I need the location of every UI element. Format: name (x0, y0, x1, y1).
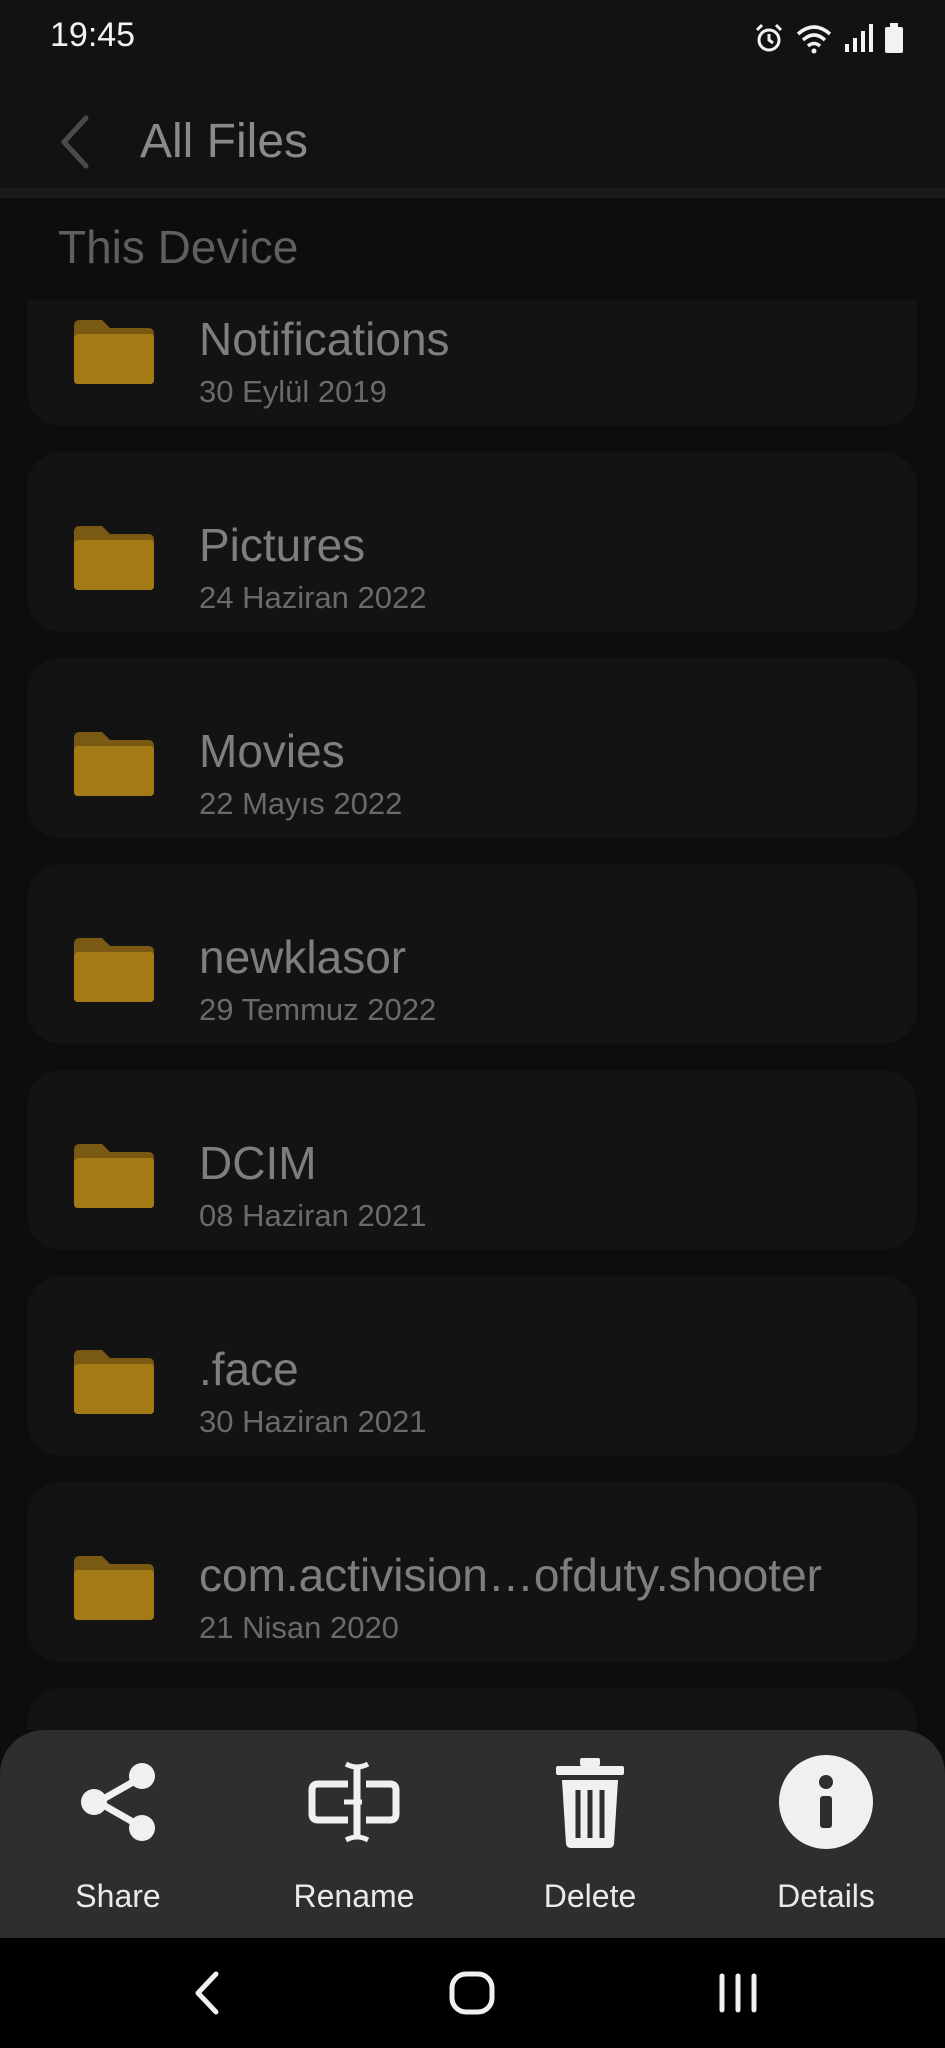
file-date: 21 Nisan 2020 (199, 1610, 399, 1645)
rename-button[interactable]: Rename (236, 1730, 472, 1938)
file-name: Pictures (199, 519, 366, 571)
trash-icon (556, 1758, 624, 1848)
file-name: newklasor (199, 931, 407, 983)
alarm-icon (755, 23, 783, 52)
folder-icon (74, 1350, 154, 1414)
file-date: 22 Mayıs 2022 (199, 786, 403, 821)
list-item[interactable] (27, 1688, 917, 1730)
delete-label: Delete (543, 1878, 637, 1914)
file-date: 24 Haziran 2022 (199, 580, 427, 615)
nav-back-icon (195, 1971, 219, 2015)
status-bar: 19:45 (0, 0, 945, 72)
header-divider (0, 188, 945, 198)
list-item[interactable]: Pictures 24 Haziran 2022 (27, 452, 917, 632)
folder-icon (74, 320, 154, 384)
file-name: com.activision…ofduty.shooter (199, 1549, 822, 1601)
list-item[interactable]: .face 30 Haziran 2021 (27, 1276, 917, 1456)
status-time: 19:45 (50, 16, 136, 54)
file-date: 29 Temmuz 2022 (199, 992, 437, 1027)
rename-label: Rename (293, 1878, 415, 1914)
file-date: 30 Haziran 2021 (199, 1404, 427, 1439)
action-sheet: Share Rename Delete Details (0, 1730, 945, 1938)
section-label: This Device (58, 221, 299, 273)
folder-icon (74, 526, 154, 590)
list-item[interactable]: Notifications 30 Eylül 2019 (27, 300, 917, 426)
wifi-icon (796, 25, 832, 54)
page-title: All Files (140, 115, 309, 168)
nav-home-icon (449, 1971, 495, 2015)
folder-icon (74, 1144, 154, 1208)
system-nav-bar (0, 1938, 945, 2048)
signal-icon (845, 24, 873, 52)
list-item[interactable]: newklasor 29 Temmuz 2022 (27, 864, 917, 1044)
file-name: Movies (199, 725, 345, 777)
nav-recents-button[interactable] (708, 1968, 768, 2018)
share-label: Share (75, 1878, 161, 1914)
details-button[interactable]: Details (708, 1730, 944, 1938)
details-label: Details (777, 1878, 875, 1914)
nav-home-button[interactable] (442, 1968, 502, 2018)
file-list[interactable]: Notifications 30 Eylül 2019 Pictures 24 … (0, 300, 945, 1730)
app-bar: All Files (0, 72, 945, 190)
nav-recents-icon (719, 1973, 757, 2013)
delete-button[interactable]: Delete (472, 1730, 708, 1938)
status-icons (753, 18, 905, 58)
list-item[interactable]: DCIM 08 Haziran 2021 (27, 1070, 917, 1250)
back-button[interactable] (52, 112, 102, 172)
list-item[interactable]: Movies 22 Mayıs 2022 (27, 658, 917, 838)
battery-icon (885, 23, 903, 53)
file-date: 08 Haziran 2021 (199, 1198, 427, 1233)
file-date: 30 Eylül 2019 (199, 374, 387, 409)
file-name: DCIM (199, 1137, 317, 1189)
share-icon (81, 1763, 155, 1841)
file-name: .face (199, 1343, 299, 1395)
folder-icon (74, 732, 154, 796)
info-icon (779, 1755, 873, 1849)
chevron-left-icon (61, 115, 89, 169)
list-item[interactable]: com.activision…ofduty.shooter 21 Nisan 2… (27, 1482, 917, 1662)
share-button[interactable]: Share (0, 1730, 236, 1938)
folder-icon (74, 938, 154, 1002)
file-name: Notifications (199, 313, 450, 365)
rename-icon (308, 1761, 400, 1843)
nav-back-button[interactable] (180, 1968, 240, 2018)
folder-icon (74, 1556, 154, 1620)
